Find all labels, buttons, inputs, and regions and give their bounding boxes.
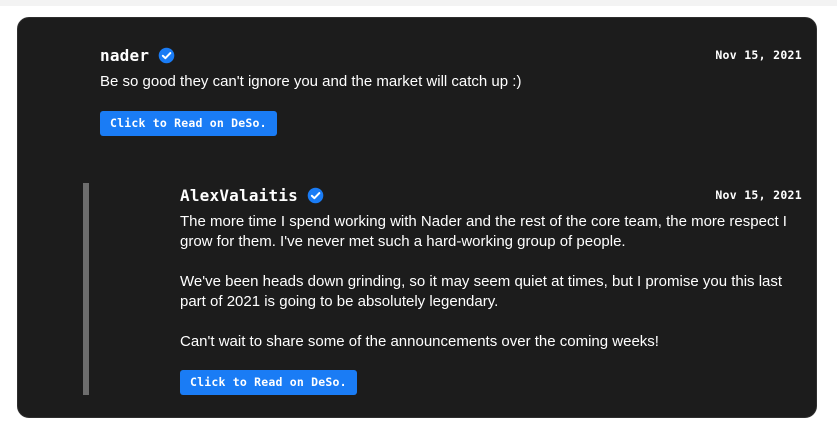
- reply-post: AlexValaitis Nov 15, 2021 The more time …: [180, 184, 802, 395]
- reply-paragraph: We've been heads down grinding, so it ma…: [180, 273, 783, 310]
- reply-paragraph: Can't wait to share some of the announce…: [180, 333, 659, 350]
- reply-header: AlexValaitis Nov 15, 2021: [180, 184, 802, 206]
- reply-paragraph: The more time I spend working with Nader…: [180, 213, 787, 250]
- post-date: Nov 15, 2021: [715, 48, 802, 62]
- verified-badge-icon: [307, 187, 324, 203]
- reply-username[interactable]: AlexValaitis: [180, 186, 298, 205]
- reply-date: Nov 15, 2021: [715, 188, 802, 202]
- read-on-deso-button[interactable]: Click to Read on DeSo.: [100, 111, 277, 136]
- post-username[interactable]: nader: [100, 46, 149, 65]
- post-header: nader Nov 15, 2021: [100, 44, 802, 66]
- reply-body: The more time I spend working with Nader…: [180, 212, 802, 352]
- verified-badge-icon: [158, 47, 175, 63]
- post-card: nader Nov 15, 2021 Be so good they can't…: [17, 17, 817, 418]
- read-on-deso-button[interactable]: Click to Read on DeSo.: [180, 370, 357, 395]
- main-post: nader Nov 15, 2021 Be so good they can't…: [100, 44, 802, 136]
- page-top-strip: [0, 0, 837, 6]
- post-body: Be so good they can't ignore you and the…: [100, 72, 802, 92]
- reply-thread-bar: [83, 183, 89, 395]
- post-body-text: Be so good they can't ignore you and the…: [100, 73, 522, 90]
